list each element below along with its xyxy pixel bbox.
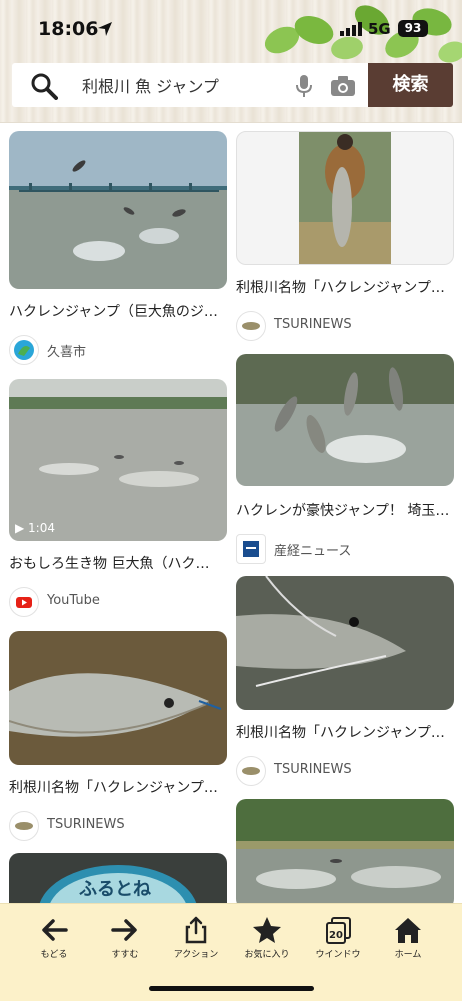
window-count: 20 <box>329 930 343 941</box>
back-label: もどる <box>40 950 68 960</box>
action-label: アクション <box>173 950 219 960</box>
network-type: 5G <box>368 20 391 38</box>
location-arrow-icon <box>98 22 112 36</box>
action-button[interactable]: アクション <box>165 916 227 966</box>
search-input[interactable] <box>82 73 292 97</box>
microphone-icon[interactable] <box>294 74 314 98</box>
kuki-city-logo-icon <box>9 335 39 365</box>
search-bar[interactable] <box>12 63 368 107</box>
camera-icon[interactable] <box>330 75 356 97</box>
result-title[interactable]: 利根川名物「ハクレンジャンプ… <box>236 277 454 297</box>
source-name: TSURINEWS <box>274 317 352 332</box>
status-bar: 18:06 5G 93 <box>0 18 462 42</box>
favorites-button[interactable]: お気に入り <box>236 916 298 966</box>
windows-button[interactable]: 20 ウインドウ <box>307 916 369 966</box>
arrow-right-icon <box>111 919 137 941</box>
manhole-text: ふるとね <box>79 879 151 900</box>
star-icon <box>253 917 281 943</box>
source-name: 産経ニュース <box>274 544 352 559</box>
windows-icon: 20 <box>326 917 351 944</box>
home-indicator <box>149 986 314 991</box>
search-button[interactable]: 検索 <box>368 63 453 107</box>
result-source[interactable]: TSURINEWS <box>236 311 454 341</box>
clock: 18:06 <box>38 18 99 40</box>
share-icon <box>185 916 207 944</box>
result-thumbnail[interactable] <box>236 576 454 710</box>
result-thumbnail[interactable] <box>236 131 454 265</box>
result-thumbnail[interactable] <box>236 354 454 486</box>
result-title[interactable]: ハクレンジャンプ（巨大魚のジ… <box>9 301 227 321</box>
result-title[interactable]: おもしろ生き物 巨大魚（ハク… <box>9 553 227 573</box>
sankei-logo-icon <box>236 534 266 564</box>
result-thumbnail[interactable] <box>9 131 227 289</box>
forward-button[interactable]: すすむ <box>94 916 156 966</box>
tsurinews-logo-icon <box>236 756 266 786</box>
result-title[interactable]: 利根川名物「ハクレンジャンプ… <box>9 777 227 797</box>
source-name: YouTube <box>47 593 100 608</box>
result-thumbnail[interactable] <box>9 631 227 765</box>
source-name: 久喜市 <box>47 345 87 360</box>
image-results-grid: ハクレンジャンプ（巨大魚のジ… 久喜市 利根川名物「ハクレンジャンプ… TSUR… <box>0 123 462 903</box>
battery-indicator: 93 <box>398 20 428 37</box>
back-button[interactable]: もどる <box>23 916 85 966</box>
windows-label: ウインドウ <box>315 950 361 960</box>
forward-label: すすむ <box>111 950 139 960</box>
youtube-logo-icon <box>9 587 39 617</box>
result-source[interactable]: TSURINEWS <box>236 756 454 786</box>
header: 18:06 5G 93 検索 <box>0 0 462 123</box>
home-icon <box>395 918 421 943</box>
source-name: TSURINEWS <box>47 817 125 832</box>
signal-icon <box>340 22 362 36</box>
search-icon <box>31 73 58 100</box>
result-source[interactable]: 産経ニュース <box>236 534 454 564</box>
result-title[interactable]: 利根川名物「ハクレンジャンプ… <box>236 722 454 742</box>
tsurinews-logo-icon <box>236 311 266 341</box>
result-source[interactable]: 久喜市 <box>9 335 227 365</box>
result-source[interactable]: TSURINEWS <box>9 811 227 841</box>
result-thumbnail[interactable]: ▶ 1:04 <box>9 379 227 541</box>
home-button[interactable]: ホーム <box>377 916 439 966</box>
result-thumbnail[interactable] <box>236 799 454 903</box>
home-label: ホーム <box>394 950 422 960</box>
result-title[interactable]: ハクレンが豪快ジャンプ！ 埼玉… <box>236 500 454 520</box>
result-source[interactable]: YouTube <box>9 587 227 617</box>
video-duration: ▶ 1:04 <box>15 521 55 535</box>
favorites-label: お気に入り <box>244 950 290 960</box>
result-thumbnail[interactable]: ふるとね <box>9 853 227 903</box>
arrow-left-icon <box>42 919 68 941</box>
source-name: TSURINEWS <box>274 762 352 777</box>
tsurinews-logo-icon <box>9 811 39 841</box>
